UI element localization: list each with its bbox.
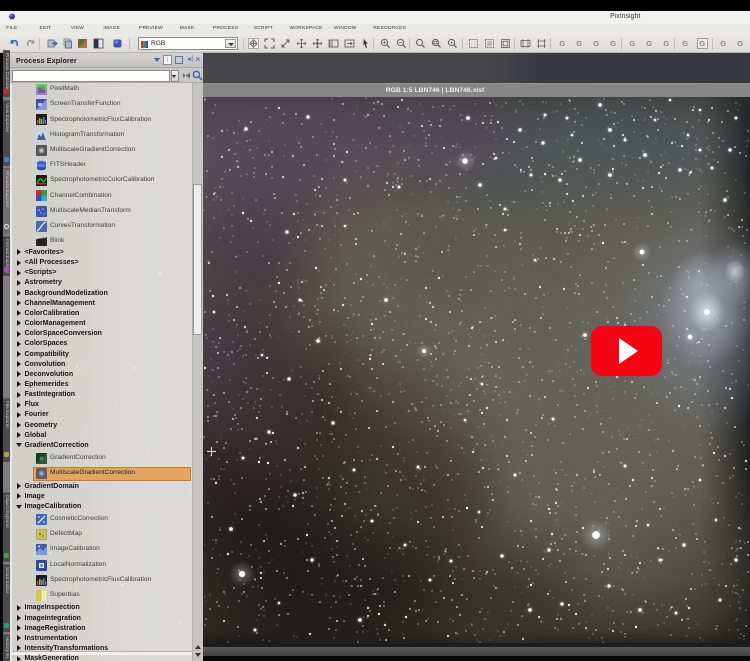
svg-text:G: G — [610, 39, 616, 48]
svg-text:G: G — [559, 39, 565, 48]
svg-text:G: G — [576, 39, 582, 48]
svg-text:G: G — [629, 39, 635, 48]
svg-text:G: G — [720, 39, 726, 48]
svg-text:G: G — [593, 39, 599, 48]
svg-text:G: G — [663, 39, 669, 48]
svg-text:G: G — [699, 39, 705, 48]
svg-text:G: G — [737, 39, 743, 48]
svg-text:G: G — [646, 39, 652, 48]
svg-text:G: G — [682, 39, 688, 48]
